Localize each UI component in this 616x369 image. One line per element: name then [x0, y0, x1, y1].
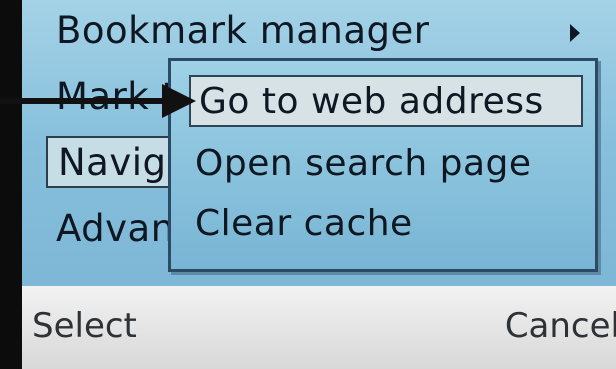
menu-item-bookmark-manager[interactable]: Bookmark manager — [56, 6, 430, 56]
phone-screen: Bookmark manager Mark th Naviga Advanc G… — [22, 0, 616, 369]
triangle-right-icon — [570, 24, 580, 42]
popup-item-go-to-web-address[interactable]: Go to web address — [189, 75, 583, 127]
popup-item-label: Open search page — [195, 143, 532, 184]
popup-item-label: Go to web address — [199, 81, 544, 122]
arrow-right-icon — [0, 84, 196, 118]
popup-item-clear-cache[interactable]: Clear cache — [195, 199, 413, 249]
select-softkey[interactable]: Select — [32, 296, 137, 356]
options-popup-menu: Go to web address Open search page Clear… — [168, 58, 598, 272]
popup-item-open-search-page[interactable]: Open search page — [195, 139, 532, 189]
cancel-softkey[interactable]: Cancel — [505, 296, 616, 356]
popup-item-label: Clear cache — [195, 203, 413, 244]
menu-item-label: Bookmark manager — [56, 9, 430, 52]
softkey-bar: Select Cancel — [22, 286, 616, 369]
